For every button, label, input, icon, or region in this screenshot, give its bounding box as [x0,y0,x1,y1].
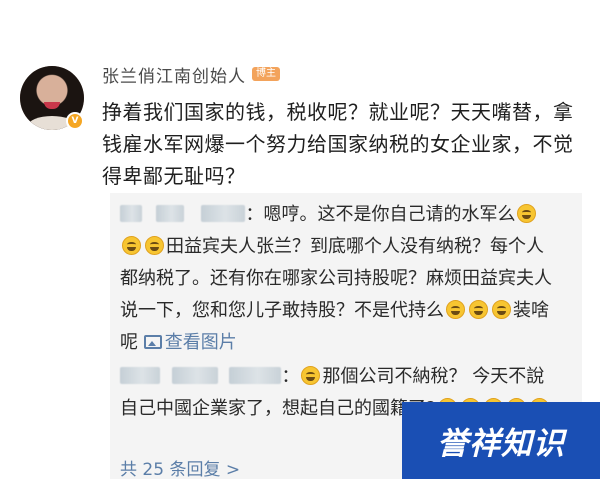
blurred-username-icon [171,367,218,384]
author-tag: 博主 [252,67,280,81]
laugh-cry-emoji-icon [145,236,164,255]
author-name[interactable]: 张兰俏江南创始人 [102,62,246,87]
view-image-label[interactable]: 查看图片 [165,332,237,353]
blurred-username-icon [229,367,282,384]
laugh-cry-emoji-icon [122,236,141,255]
blurred-username-icon [120,367,160,384]
reply-item: ：嗯哼。这不是你自己请的水军么田益宾夫人张兰？到底哪个人没有纳税？每个人都纳税了… [120,199,560,359]
blurred-username-icon [120,205,142,222]
view-image-link[interactable]: 查看图片 [143,332,237,353]
laugh-cry-emoji-icon [517,204,537,223]
watermark-text: 誉祥知识 [437,426,565,462]
image-icon [143,335,162,349]
laugh-cry-emoji-icon [301,366,321,385]
reply-text: ： [281,366,300,387]
reply-text: ：嗯哼。这不是你自己请的水军么 [245,204,516,225]
post-author[interactable]: 张兰俏江南创始人 博主 [102,62,280,87]
laugh-cry-emoji-icon [446,300,465,319]
laugh-cry-emoji-icon [492,300,511,319]
watermark: 誉祥知识 [402,402,600,479]
laugh-cry-emoji-icon [469,300,488,319]
more-replies-link[interactable]: 共 25 条回复 > [120,455,240,479]
verified-badge-icon: V [66,112,84,130]
blurred-username-icon [201,205,246,222]
avatar-container[interactable]: V [20,66,84,130]
blurred-username-icon [155,205,184,222]
post-text: 挣着我们国家的钱，税收呢？就业呢？天天嘴替，拿钱雇水军网爆一个努力给国家纳税的女… [102,100,574,188]
